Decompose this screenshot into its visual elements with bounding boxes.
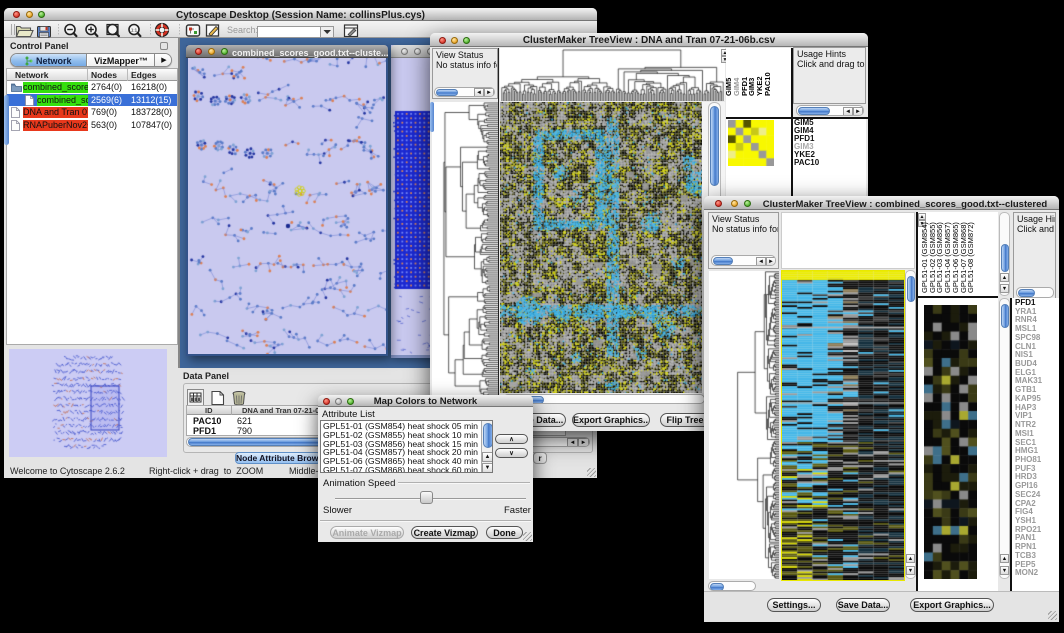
svg-text:Search:: Search: xyxy=(227,25,258,35)
svg-text:1:1: 1:1 xyxy=(131,28,138,33)
